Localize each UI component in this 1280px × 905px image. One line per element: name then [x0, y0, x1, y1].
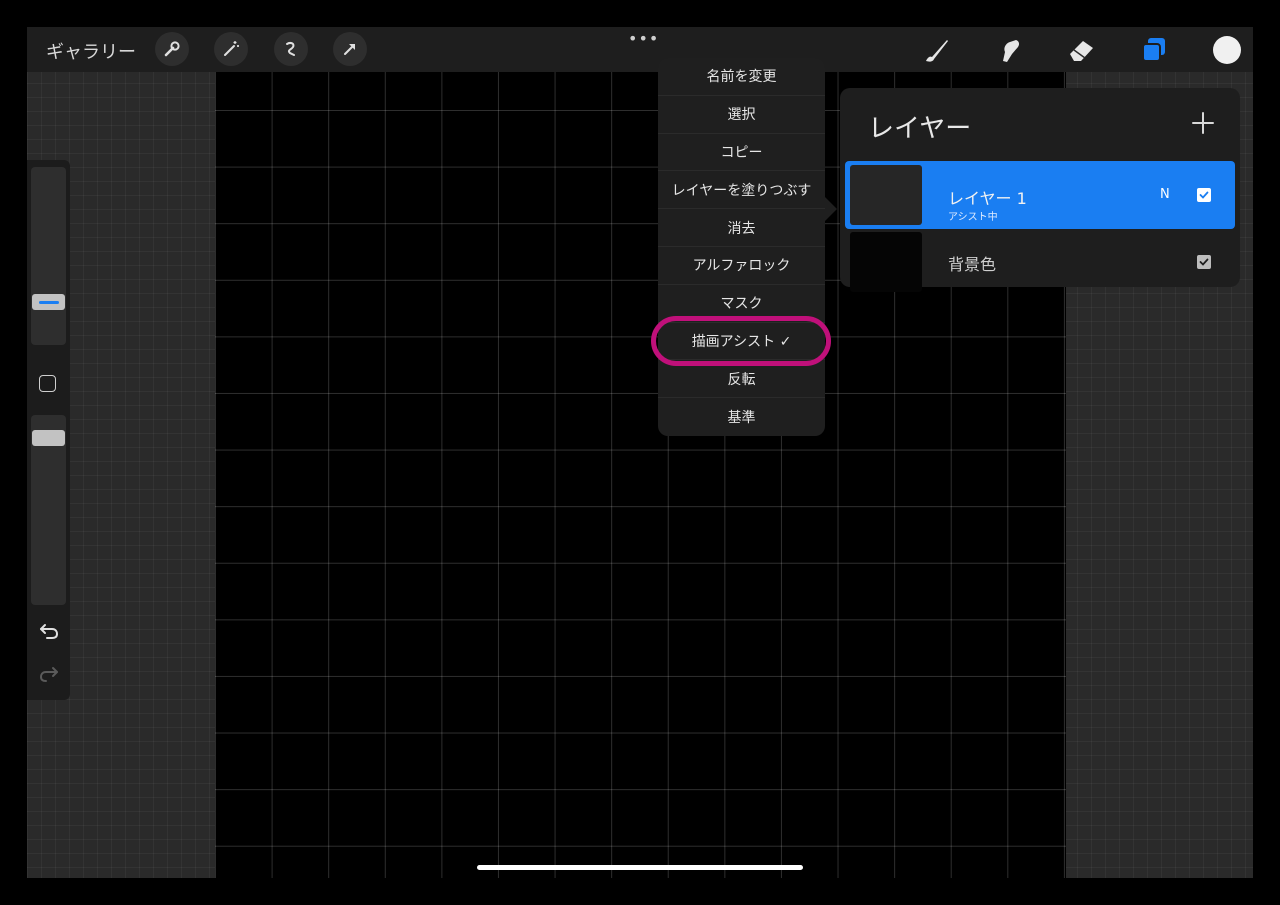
layer-name: レイヤー 1: [948, 189, 1027, 208]
redo-icon[interactable]: [38, 664, 60, 684]
transform-button[interactable]: [333, 32, 367, 66]
layer-row-1[interactable]: レイヤー 1 アシスト中 N: [845, 161, 1235, 229]
menu-item-fill-layer[interactable]: レイヤーを塗りつぶす: [658, 171, 825, 210]
eraser-icon: [1070, 41, 1093, 61]
brush-tool-button[interactable]: [920, 33, 954, 67]
actions-wrench-button[interactable]: [155, 32, 189, 66]
blend-mode-button[interactable]: N: [1160, 187, 1170, 202]
wrench-icon: [164, 41, 180, 57]
home-indicator-bar[interactable]: [477, 865, 803, 870]
brush-icon: [926, 40, 948, 62]
undo-icon[interactable]: [38, 621, 60, 641]
modify-button[interactable]: [39, 375, 56, 392]
layers-tool-button[interactable]: [1137, 33, 1171, 67]
menu-item-select[interactable]: 選択: [658, 96, 825, 134]
layer-subtitle: アシスト中: [948, 212, 998, 223]
check-icon: [1199, 191, 1209, 199]
brush-size-slider[interactable]: [31, 167, 66, 345]
procreate-screen: ギャラリー ••• 名前を変更 選択 コピー レイヤーを塗りつぶす 消去 アルフ…: [27, 27, 1253, 878]
top-toolbar: ギャラリー •••: [27, 27, 1253, 72]
menu-item-invert[interactable]: 反転: [658, 360, 825, 399]
check-icon: [1199, 258, 1209, 266]
layers-panel: レイヤー レイヤー 1 アシスト中 N 背景色: [840, 88, 1240, 292]
left-sidebar: [27, 160, 70, 700]
background-color-thumbnail: [850, 232, 922, 292]
brush-size-thumb[interactable]: [32, 294, 65, 310]
menu-pointer-arrow: [825, 197, 837, 221]
menu-item-reference[interactable]: 基準: [658, 398, 825, 436]
layer-visibility-checkbox[interactable]: [1197, 255, 1211, 269]
adjustments-button[interactable]: [214, 32, 248, 66]
layers-panel-title: レイヤー: [868, 114, 972, 144]
layer-thumbnail: [850, 165, 922, 225]
more-dots-handle[interactable]: •••: [628, 29, 659, 48]
smudge-tool-button[interactable]: [992, 33, 1026, 67]
magic-wand-icon: [224, 41, 239, 56]
opacity-slider[interactable]: [31, 415, 66, 605]
add-layer-icon[interactable]: [1190, 110, 1216, 136]
layer-row-background[interactable]: 背景色: [845, 228, 1235, 296]
transform-arrow-icon: [344, 44, 355, 55]
layers-icon: [1142, 38, 1165, 62]
layer-options-menu: 名前を変更 選択 コピー レイヤーを塗りつぶす 消去 アルファロック マスク 描…: [658, 58, 825, 436]
selection-icon: [286, 42, 295, 56]
gallery-button[interactable]: ギャラリー: [46, 38, 136, 64]
selection-button[interactable]: [274, 32, 308, 66]
color-swatch-button[interactable]: [1213, 36, 1241, 64]
highlight-ring: [651, 316, 831, 366]
layer-visibility-checkbox[interactable]: [1197, 188, 1211, 202]
menu-item-copy[interactable]: コピー: [658, 134, 825, 172]
opacity-thumb[interactable]: [32, 430, 65, 446]
layer-name: 背景色: [948, 255, 997, 274]
menu-item-rename[interactable]: 名前を変更: [658, 58, 825, 96]
menu-item-alpha-lock[interactable]: アルファロック: [658, 247, 825, 285]
smudge-icon: [1003, 40, 1020, 62]
menu-item-clear[interactable]: 消去: [658, 209, 825, 247]
eraser-tool-button[interactable]: [1064, 33, 1098, 67]
